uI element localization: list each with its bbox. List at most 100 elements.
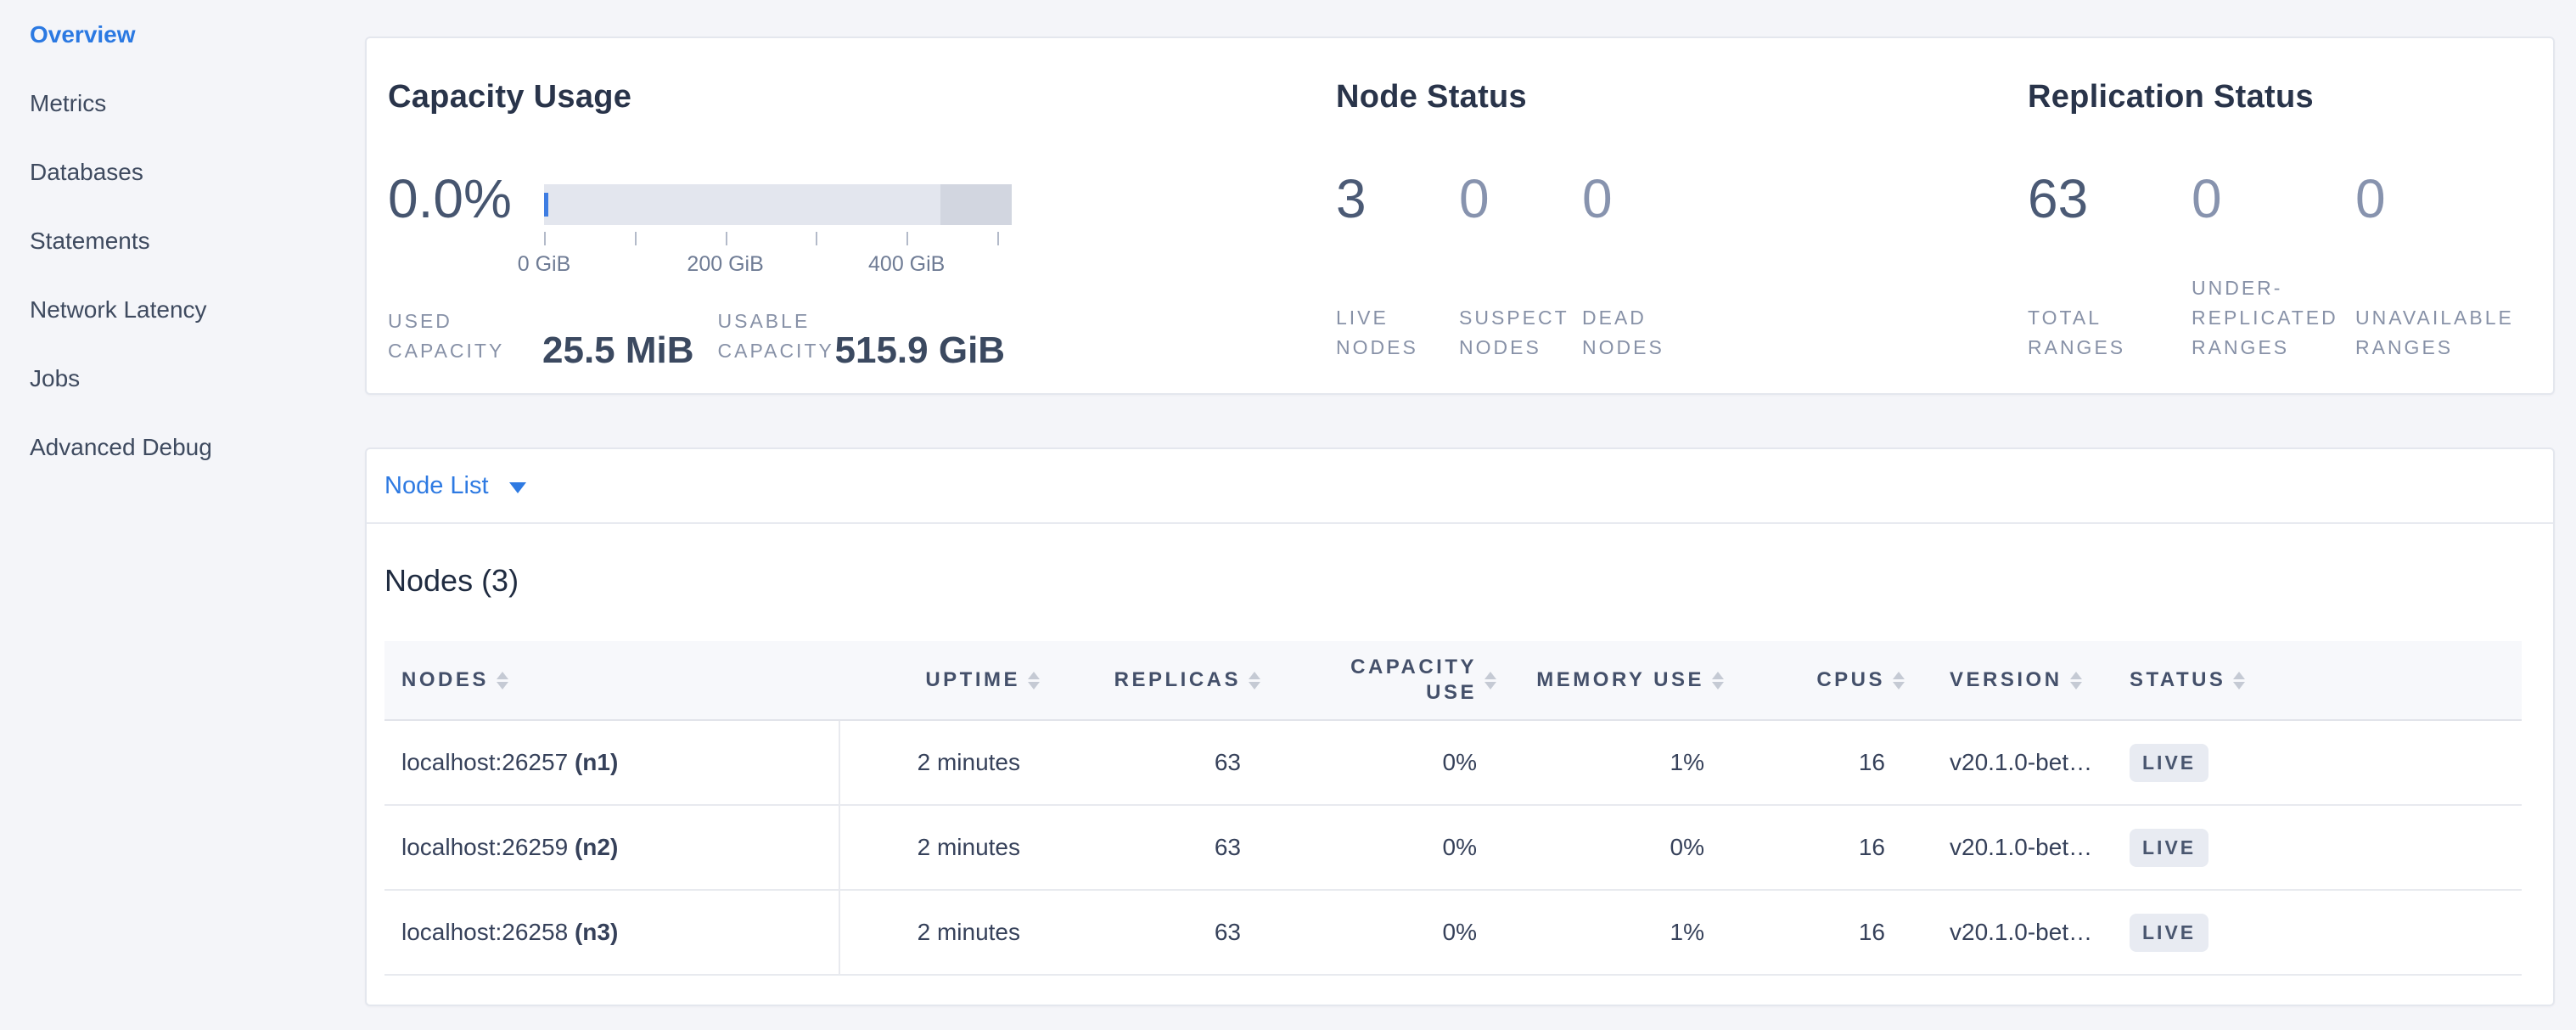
column-header-uptime[interactable]: UPTIME: [839, 641, 1037, 720]
sidebar-item-advanced-debug[interactable]: Advanced Debug: [30, 413, 335, 481]
node-status-stats: 3 LIVE NODES 0 SUSPECT NODES 0 DEAD NODE…: [1336, 166, 1705, 363]
suspect-nodes-stat: 0 SUSPECT NODES: [1459, 166, 1582, 363]
version-cell: v20.1.0-bet…: [1902, 720, 2116, 805]
column-label: NODES: [401, 668, 489, 692]
table-row[interactable]: localhost:26257 (n1) 2 minutes 63 0% 1% …: [384, 720, 2522, 805]
memory-use-cell: 1%: [1494, 720, 1721, 805]
column-header-memory-use[interactable]: MEMORY USE: [1494, 641, 1721, 720]
under-replicated-ranges-stat: 0 UNDER-REPLICATED RANGES: [2192, 166, 2355, 363]
axis-tick: [544, 232, 546, 245]
status-badge: LIVE: [2130, 914, 2208, 952]
column-header-replicas[interactable]: REPLICAS: [1037, 641, 1258, 720]
capacity-use-cell: 0%: [1258, 805, 1494, 890]
node-list-dropdown[interactable]: Node List: [384, 472, 526, 500]
unavailable-ranges-label: UNAVAILABLE RANGES: [2355, 303, 2498, 363]
used-capacity-label: USED CAPACITY: [388, 307, 517, 366]
cluster-overview-page: Overview Metrics Databases Statements Ne…: [0, 0, 2576, 1030]
dead-nodes-label: DEAD NODES: [1582, 303, 1692, 363]
memory-use-cell: 0%: [1494, 805, 1721, 890]
status-badge: LIVE: [2130, 829, 2208, 867]
capacity-reserved-segment: [940, 184, 1012, 225]
column-header-capacity-use[interactable]: CAPACITY USE: [1258, 641, 1494, 720]
live-nodes-value: 3: [1336, 166, 1459, 232]
cluster-summary-card: Capacity Usage 0.0% 0 GiB 200 GiB 400 Gi…: [365, 37, 2555, 395]
column-label: UPTIME: [925, 668, 1020, 692]
table-header-row: NODES UPTIME REPLICAS CAPACITY USE MEMOR…: [384, 641, 2522, 720]
node-address: localhost:26257: [401, 749, 568, 775]
capacity-used-percent: 0.0%: [388, 166, 512, 232]
column-label: VERSION: [1950, 668, 2062, 692]
column-header-status[interactable]: STATUS: [2116, 641, 2522, 720]
sidebar-item-network-latency[interactable]: Network Latency: [30, 275, 335, 344]
axis-tick: [906, 232, 908, 245]
replication-status-title: Replication Status: [2028, 79, 2314, 115]
dead-nodes-stat: 0 DEAD NODES: [1582, 166, 1705, 363]
column-label: REPLICAS: [1114, 668, 1241, 692]
memory-use-cell: 1%: [1494, 890, 1721, 975]
sort-icon: [2233, 672, 2245, 689]
live-nodes-label: LIVE NODES: [1336, 303, 1446, 363]
usable-capacity-value: 515.9 GiB: [835, 331, 1006, 370]
nodes-table: NODES UPTIME REPLICAS CAPACITY USE MEMOR…: [384, 641, 2522, 976]
capacity-stats: USED CAPACITY 25.5 MiB USABLE CAPACITY 5…: [388, 307, 1005, 366]
sidebar-item-databases[interactable]: Databases: [30, 138, 335, 206]
axis-tick: [997, 232, 999, 245]
replicas-cell: 63: [1037, 720, 1258, 805]
sort-icon: [1893, 672, 1905, 689]
status-badge: LIVE: [2130, 744, 2208, 782]
column-label: MEMORY USE: [1536, 668, 1704, 692]
sort-icon: [1028, 672, 1040, 689]
total-ranges-label: TOTAL RANGES: [2028, 303, 2170, 363]
cpus-cell: 16: [1721, 890, 1902, 975]
sort-icon: [2070, 672, 2082, 689]
node-id: (n3): [575, 919, 618, 945]
axis-tick-label: 400 GiB: [868, 252, 945, 277]
column-label: CPUS: [1816, 668, 1885, 692]
chevron-down-icon: [509, 482, 526, 493]
table-row[interactable]: localhost:26258 (n3) 2 minutes 63 0% 1% …: [384, 890, 2522, 975]
table-row[interactable]: localhost:26259 (n2) 2 minutes 63 0% 0% …: [384, 805, 2522, 890]
uptime-cell: 2 minutes: [839, 805, 1037, 890]
sidebar-item-jobs[interactable]: Jobs: [30, 344, 335, 413]
under-replicated-ranges-label: UNDER-REPLICATED RANGES: [2192, 273, 2334, 363]
nodes-card-header: Node List: [367, 449, 2553, 524]
sort-icon: [1249, 672, 1260, 689]
sort-icon: [497, 672, 508, 689]
axis-tick-label: 0 GiB: [518, 252, 571, 277]
capacity-usage-title: Capacity Usage: [388, 79, 631, 115]
replicas-cell: 63: [1037, 805, 1258, 890]
column-header-version[interactable]: VERSION: [1902, 641, 2116, 720]
capacity-use-cell: 0%: [1258, 720, 1494, 805]
capacity-gauge-bar: [544, 184, 1012, 225]
column-header-nodes[interactable]: NODES: [384, 641, 839, 720]
axis-tick: [726, 232, 727, 245]
uptime-cell: 2 minutes: [839, 720, 1037, 805]
capacity-used-marker: [544, 193, 548, 217]
cpus-cell: 16: [1721, 805, 1902, 890]
capacity-usage-section: Capacity Usage 0.0% 0 GiB 200 GiB 400 Gi…: [388, 38, 1322, 393]
node-address: localhost:26258: [401, 919, 568, 945]
nodes-count-heading: Nodes (3): [384, 563, 519, 599]
column-label: CAPACITY USE: [1341, 655, 1477, 706]
version-cell: v20.1.0-bet…: [1902, 890, 2116, 975]
unavailable-ranges-value: 0: [2355, 166, 2519, 232]
cpus-cell: 16: [1721, 720, 1902, 805]
sidebar-item-overview[interactable]: Overview: [30, 0, 335, 69]
axis-tick: [816, 232, 817, 245]
node-status-title: Node Status: [1336, 79, 1527, 115]
axis-tick: [635, 232, 637, 245]
column-header-cpus[interactable]: CPUS: [1721, 641, 1902, 720]
nodes-card: Node List Nodes (3) NODES UPTIME: [365, 447, 2555, 1006]
replicas-cell: 63: [1037, 890, 1258, 975]
uptime-cell: 2 minutes: [839, 890, 1037, 975]
sidebar-item-metrics[interactable]: Metrics: [30, 69, 335, 138]
node-id: (n2): [575, 834, 618, 860]
axis-tick-label: 200 GiB: [687, 252, 763, 277]
under-replicated-ranges-value: 0: [2192, 166, 2355, 232]
node-list-dropdown-label: Node List: [384, 472, 489, 500]
node-address: localhost:26259: [401, 834, 568, 860]
sidebar-item-statements[interactable]: Statements: [30, 206, 335, 275]
total-ranges-stat: 63 TOTAL RANGES: [2028, 166, 2192, 363]
sidebar: Overview Metrics Databases Statements Ne…: [30, 0, 335, 481]
sort-icon: [1484, 672, 1496, 689]
